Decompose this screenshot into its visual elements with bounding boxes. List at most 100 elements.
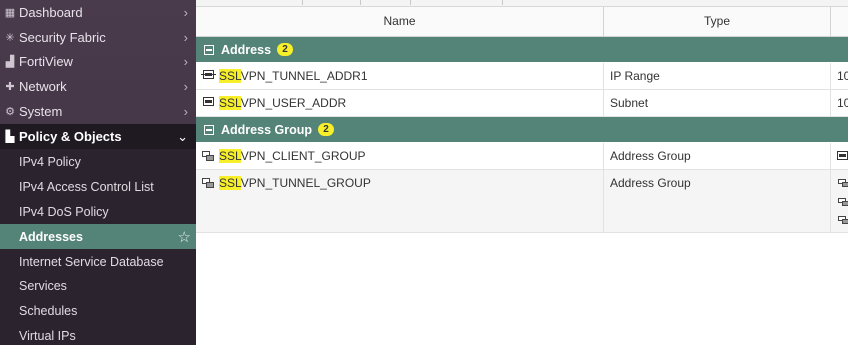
sidebar-nav: ▦ Dashboard › ✳ Security Fabric › ▟ Fort… — [0, 0, 196, 345]
name-text: VPN_TUNNEL_GROUP — [240, 176, 371, 190]
sidebar-item-policy-objects[interactable]: ▙ Policy & Objects ⌄ — [0, 124, 196, 149]
sidebar-item-network[interactable]: ✚ Network › — [0, 74, 196, 99]
name-text: VPN_CLIENT_GROUP — [240, 149, 366, 163]
table-row[interactable]: SSLVPN_CLIENT_GROUP Address Group — [196, 143, 848, 170]
sidebar-subitem-virtual-ips[interactable]: Virtual IPs — [0, 323, 196, 345]
search-highlight: SSL — [219, 149, 241, 163]
sidebar-subitem-label: IPv4 Policy — [19, 154, 81, 169]
type-cell: Subnet — [604, 90, 831, 116]
toolbar-button[interactable] — [362, 0, 411, 5]
column-header-type[interactable]: Type — [604, 7, 831, 36]
sidebar-subitem-label: IPv4 DoS Policy — [19, 204, 109, 219]
toolbar-button[interactable] — [196, 0, 303, 5]
details-cell: 10 — [831, 90, 848, 116]
member-group-icon — [838, 179, 848, 187]
sidebar-subitem-ipv4-acl[interactable]: IPv4 Access Control List — [0, 174, 196, 199]
search-highlight: SSL — [219, 176, 241, 190]
fortiview-icon: ▟ — [5, 56, 15, 68]
name-cell: SSLVPN_CLIENT_GROUP — [196, 143, 604, 169]
details-text: 10 — [837, 69, 848, 83]
name-text: VPN_USER_ADDR — [240, 96, 347, 110]
sidebar-item-dashboard[interactable]: ▦ Dashboard › — [0, 0, 196, 25]
address-group-icon — [202, 178, 214, 188]
name-cell: SSLVPN_TUNNEL_GROUP — [196, 170, 604, 232]
name-cell: SSLVPN_TUNNEL_ADDR1 — [196, 63, 604, 89]
sidebar-subitem-label: Schedules — [19, 303, 78, 318]
type-text: Subnet — [610, 96, 649, 110]
group-title: Address — [221, 42, 272, 57]
type-cell: IP Range — [604, 63, 831, 89]
table-row[interactable]: SSLVPN_TUNNEL_ADDR1 IP Range 10 — [196, 63, 848, 90]
sidebar-item-label: System — [19, 104, 63, 119]
sidebar-subitem-label: Internet Service Database — [19, 254, 164, 269]
sidebar-subitem-services[interactable]: Services — [0, 273, 196, 298]
sidebar-item-label: Dashboard — [19, 5, 83, 20]
member-icon — [837, 151, 848, 160]
sidebar-subitem-label: IPv4 Access Control List — [19, 179, 154, 194]
sidebar-subitem-ipv4-policy[interactable]: IPv4 Policy — [0, 149, 196, 174]
sidebar-item-label: Security Fabric — [19, 30, 106, 45]
type-cell: Address Group — [604, 143, 831, 169]
sidebar-subitem-label: Services — [19, 278, 67, 293]
sidebar-item-fortiview[interactable]: ▟ FortiView › — [0, 49, 196, 74]
details-cell — [831, 170, 848, 232]
collapse-icon[interactable] — [204, 44, 214, 55]
chevron-right-icon: › — [183, 54, 188, 69]
group-header-address-group[interactable]: Address Group 2 — [196, 117, 848, 142]
column-header-name[interactable]: Name — [196, 7, 604, 36]
address-group-icon — [202, 151, 214, 161]
name-text: VPN_TUNNEL_ADDR1 — [240, 69, 368, 83]
toolbar-button[interactable] — [304, 0, 361, 5]
name-cell: SSLVPN_USER_ADDR — [196, 90, 604, 116]
sidebar-subitem-ipv4-dos-policy[interactable]: IPv4 DoS Policy — [0, 199, 196, 224]
sidebar-subitem-label: Addresses — [19, 229, 83, 244]
policy-objects-icon: ▙ — [5, 131, 15, 143]
member-group-icon — [838, 198, 848, 206]
table-row[interactable]: SSLVPN_USER_ADDR Subnet 10 — [196, 90, 848, 117]
member-group-icon — [838, 216, 848, 224]
type-cell: Address Group — [604, 170, 831, 232]
search-highlight: SSL — [219, 96, 241, 110]
sidebar-item-label: Policy & Objects — [19, 129, 122, 144]
address-name: SSLVPN_CLIENT_GROUP — [219, 149, 366, 163]
sidebar-item-label: Network — [19, 79, 67, 94]
type-text: Address Group — [610, 176, 691, 190]
sidebar-subitem-addresses[interactable]: Addresses ☆ — [0, 224, 196, 249]
details-text: 10 — [837, 96, 848, 110]
group-header-address[interactable]: Address 2 — [196, 37, 848, 62]
favorite-star-icon[interactable]: ☆ — [178, 228, 191, 246]
dashboard-icon: ▦ — [4, 7, 16, 19]
sidebar-item-system[interactable]: ⚙ System › — [0, 99, 196, 124]
chevron-right-icon: › — [183, 5, 188, 20]
security-fabric-icon: ✳ — [5, 32, 15, 44]
toolbar-strip — [196, 0, 848, 7]
details-cell: 10 — [831, 63, 848, 89]
group-title: Address Group — [221, 122, 312, 137]
group-count-badge: 2 — [277, 43, 294, 56]
table-header: Name Type — [196, 7, 848, 37]
chevron-right-icon: › — [183, 30, 188, 45]
address-name: SSLVPN_USER_ADDR — [219, 96, 346, 110]
details-cell — [831, 143, 848, 169]
collapse-icon[interactable] — [204, 124, 214, 135]
type-text: IP Range — [610, 69, 660, 83]
network-icon: ✚ — [5, 81, 15, 93]
address-name: SSLVPN_TUNNEL_ADDR1 — [219, 69, 368, 83]
subnet-icon — [203, 97, 214, 106]
search-highlight: SSL — [219, 69, 241, 83]
address-name: SSLVPN_TUNNEL_GROUP — [219, 176, 371, 190]
sidebar-subitem-internet-service-db[interactable]: Internet Service Database — [0, 249, 196, 274]
group-count-badge: 2 — [318, 123, 334, 136]
sidebar-item-security-fabric[interactable]: ✳ Security Fabric › — [0, 25, 196, 50]
gear-icon: ⚙ — [5, 106, 15, 118]
sidebar-subitem-label: Virtual IPs — [19, 328, 76, 343]
sidebar-subitem-schedules[interactable]: Schedules — [0, 298, 196, 323]
ip-range-icon — [201, 70, 216, 79]
table-row[interactable]: SSLVPN_TUNNEL_GROUP Address Group — [196, 170, 848, 233]
chevron-right-icon: › — [183, 104, 188, 119]
type-text: Address Group — [610, 149, 691, 163]
sidebar-item-label: FortiView — [19, 54, 73, 69]
toolbar-button[interactable] — [412, 0, 503, 5]
chevron-down-icon: ⌄ — [177, 128, 188, 144]
chevron-right-icon: › — [183, 79, 188, 94]
